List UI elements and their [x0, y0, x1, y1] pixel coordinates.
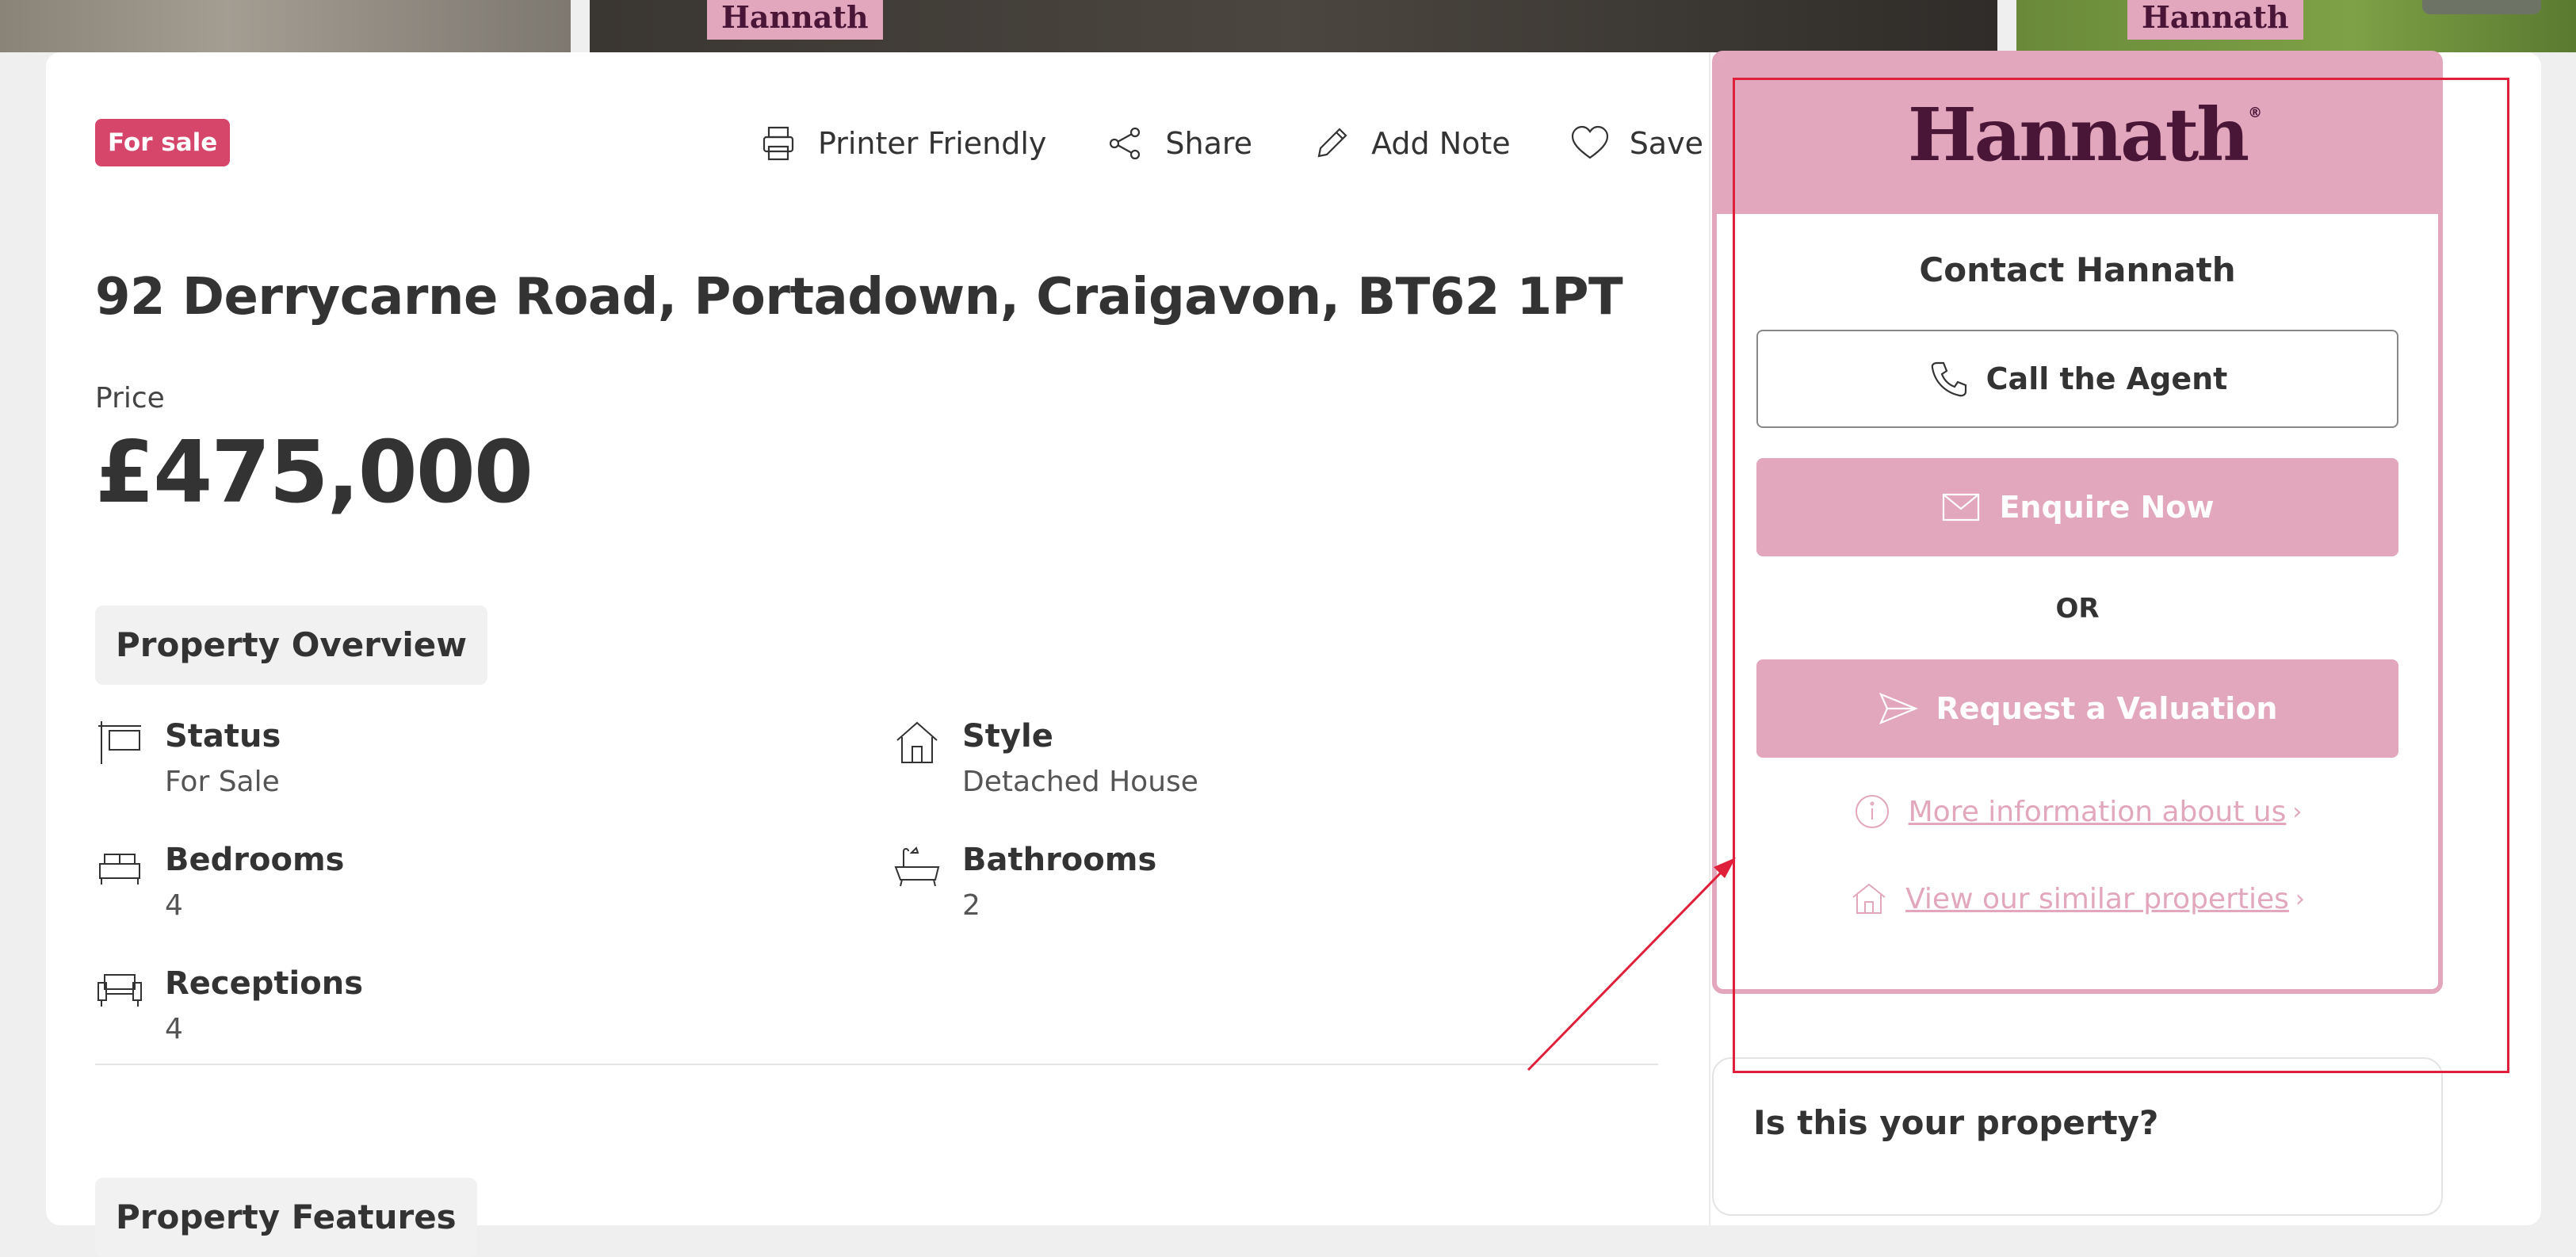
gallery-photo-2[interactable]: Hannath	[590, 0, 1997, 52]
add-note-label: Add Note	[1371, 126, 1511, 161]
printer-icon	[762, 126, 794, 161]
save-button[interactable]: Save	[1569, 123, 1703, 164]
price-label: Price	[95, 382, 165, 415]
section-divider	[95, 1064, 1658, 1065]
receptions-value: 4	[165, 1013, 183, 1045]
bathrooms-label: Bathrooms	[962, 842, 1157, 878]
bathrooms-value: 2	[962, 889, 980, 922]
bedrooms-label: Bedrooms	[165, 842, 345, 878]
receptions-label: Receptions	[165, 965, 363, 1002]
gallery-photo-3[interactable]: Hannath	[2016, 0, 2576, 52]
gallery-counter-chip[interactable]	[2422, 0, 2541, 14]
style-value: Detached House	[962, 766, 1198, 798]
claim-property-title: Is this your property?	[1753, 1103, 2159, 1142]
annotation-highlight-box	[1733, 78, 2509, 1073]
sign-post-icon	[98, 721, 141, 764]
bathtub-icon	[894, 846, 940, 887]
style-label: Style	[962, 718, 1053, 755]
share-label: Share	[1165, 126, 1253, 161]
add-note-button[interactable]: Add Note	[1311, 123, 1511, 164]
status-badge: For sale	[95, 119, 231, 166]
claim-property-card: Is this your property?	[1712, 1057, 2443, 1216]
gallery-photo-1[interactable]	[0, 0, 571, 52]
share-button[interactable]: Share	[1105, 123, 1252, 164]
column-divider	[1709, 52, 1710, 1225]
status-label: Status	[165, 718, 281, 755]
sofa-icon	[97, 974, 142, 1007]
printer-friendly-label: Printer Friendly	[818, 126, 1047, 161]
status-value: For Sale	[165, 766, 280, 798]
gallery-brand-badge: Hannath	[707, 0, 883, 40]
heart-icon	[1571, 125, 1608, 159]
save-label: Save	[1629, 126, 1703, 161]
property-features-heading: Property Features	[95, 1178, 477, 1257]
gallery-brand-badge: Hannath	[2127, 0, 2303, 40]
listing-actions: Printer Friendly Share Add Note Save	[758, 116, 1703, 171]
bedrooms-value: 4	[165, 889, 183, 922]
house-icon	[896, 721, 938, 763]
property-price: £475,000	[95, 423, 533, 522]
photo-gallery-strip[interactable]: Hannath Hannath	[0, 0, 2576, 52]
pencil-icon	[1317, 128, 1347, 158]
property-overview-heading: Property Overview	[95, 606, 488, 685]
bed-icon	[99, 854, 140, 884]
printer-friendly-button[interactable]: Printer Friendly	[758, 123, 1046, 164]
property-address: 92 Derrycarne Road, Portadown, Craigavon…	[95, 268, 1623, 327]
share-icon	[1110, 127, 1141, 160]
